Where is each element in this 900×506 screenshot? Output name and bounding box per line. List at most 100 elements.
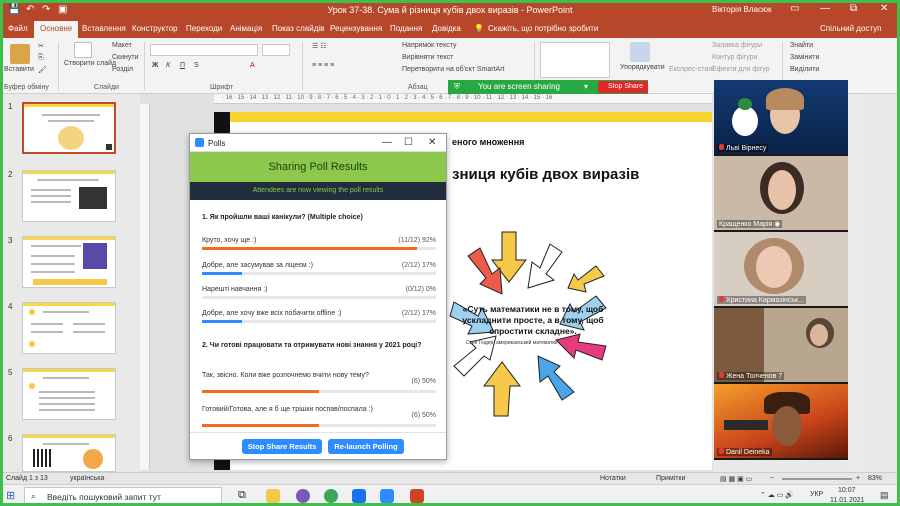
notes-button[interactable]: Нотатки xyxy=(600,475,626,482)
tab-transitions[interactable]: Переходи xyxy=(186,24,222,33)
view-icons[interactable]: ▤ ▦ ▣ ▭ xyxy=(720,475,752,483)
replace-button[interactable]: Замінити xyxy=(790,54,819,61)
polls-minimize-button[interactable]: — xyxy=(382,137,392,148)
tab-home[interactable]: Основне xyxy=(34,21,79,38)
poll-answer-bar xyxy=(202,296,436,299)
poll-results-body[interactable]: 1. Як пройшли ваші канікули? (Multiple c… xyxy=(190,200,446,432)
tray-icons[interactable]: ⌃ ☁ ▭ 🔊 xyxy=(760,491,794,499)
underline-icon[interactable]: П xyxy=(180,62,185,69)
shapes-gallery[interactable] xyxy=(540,42,610,78)
stop-share-button[interactable]: Stop Share xyxy=(598,81,648,93)
clock-time[interactable]: 10:07 xyxy=(838,487,856,494)
arrange-button[interactable]: Упорядкувати xyxy=(620,64,665,71)
slide-thumbnail-5[interactable] xyxy=(22,368,116,420)
reset-button[interactable]: Скинути xyxy=(112,54,139,61)
file-explorer-icon[interactable] xyxy=(266,489,280,503)
participant-tile-1[interactable]: Льві Вірнесу xyxy=(714,80,848,154)
shape-outline-button[interactable]: Контур фігури xyxy=(712,54,757,61)
cut-icon[interactable]: ✂ xyxy=(38,42,44,50)
user-name[interactable]: Вікторія Власюк xyxy=(712,5,771,14)
ribbon-display-icon[interactable]: ▭ xyxy=(790,3,799,14)
participant-tile-4[interactable]: Жена Толченов 7 xyxy=(714,308,848,382)
comments-button[interactable]: Примітки xyxy=(656,475,685,482)
shape-fill-button[interactable]: Заливка фігури xyxy=(712,42,762,49)
keyboard-language[interactable]: УКР xyxy=(810,491,823,498)
slide-thumbnail-3[interactable] xyxy=(22,236,116,288)
find-button[interactable]: Знайти xyxy=(790,42,813,49)
poll-answer-stat: (6) 50% xyxy=(411,378,436,385)
participant-tile-2[interactable]: Кращенко Марія ◉ xyxy=(714,156,848,230)
slide-thumbnail-4[interactable] xyxy=(22,302,116,354)
tab-design[interactable]: Конструктор xyxy=(132,24,178,33)
notification-icon[interactable]: ▤ xyxy=(880,490,889,501)
tab-file[interactable]: Файл xyxy=(8,24,28,33)
close-button[interactable]: ✕ xyxy=(880,3,888,14)
participant-tile-3[interactable]: Христина Кармазінськ... xyxy=(714,232,848,306)
slide-thumbnail-2[interactable] xyxy=(22,170,116,222)
dropdown-icon[interactable]: ▾ xyxy=(584,82,588,91)
polls-window[interactable]: Polls — ☐ ✕ Sharing Poll Results Attende… xyxy=(189,133,447,460)
viber-icon[interactable] xyxy=(296,489,310,503)
share-button[interactable]: Спільний доступ xyxy=(820,24,882,33)
polls-maximize-button[interactable]: ☐ xyxy=(404,137,413,148)
screen-sharing-bar[interactable]: ⛨ You are screen sharing ▾ Stop Share xyxy=(448,80,648,94)
powerpoint-app-icon[interactable] xyxy=(410,489,424,503)
zoom-level[interactable]: 83% xyxy=(868,475,882,482)
lightbulb-icon: 💡 xyxy=(474,24,484,33)
format-painter-icon[interactable]: 🖌 xyxy=(38,66,47,74)
italic-icon[interactable]: К xyxy=(166,62,170,69)
tab-slideshow[interactable]: Показ слайдів xyxy=(272,24,324,33)
tab-help[interactable]: Довідка xyxy=(432,24,461,33)
participant-tile-5[interactable]: Danil Deineka xyxy=(714,384,848,458)
slide-title: зниця кубів двох виразів xyxy=(452,166,640,183)
font-family-select[interactable] xyxy=(150,44,258,56)
smartart-button[interactable]: Перетворити на об'єкт SmartArt xyxy=(402,66,505,73)
tab-view[interactable]: Подання xyxy=(390,24,422,33)
quick-styles-button[interactable]: Експрес-стилі xyxy=(669,66,714,73)
shadow-icon[interactable]: S xyxy=(194,62,199,69)
windows-start-icon[interactable]: ⊞ xyxy=(6,489,15,502)
slide-thumbnail-6[interactable] xyxy=(22,434,116,472)
layout-button[interactable]: Макет xyxy=(112,42,132,49)
polls-titlebar[interactable]: Polls — ☐ ✕ xyxy=(190,134,446,152)
section-button[interactable]: Розділ xyxy=(112,66,133,73)
relaunch-polling-button[interactable]: Re-launch Polling xyxy=(328,439,404,454)
maximize-button[interactable]: ⧉ xyxy=(850,3,857,14)
poll-answer-stat: (2/12) 17% xyxy=(401,262,436,269)
clock-date[interactable]: 11.01.2021 xyxy=(830,497,865,504)
zoom-in-icon[interactable]: + xyxy=(856,475,860,482)
align-icons[interactable]: ≡ ≡ ≡ ≡ xyxy=(312,62,334,69)
taskbar-search[interactable]: ⌕ Введіть пошуковий запит тут xyxy=(24,487,222,505)
font-size-select[interactable] xyxy=(262,44,290,56)
zoom-slider[interactable] xyxy=(782,478,852,480)
shape-effects-button[interactable]: Ефекти для фігур xyxy=(712,66,770,73)
mail-icon[interactable] xyxy=(352,489,366,503)
tab-review[interactable]: Рецензування xyxy=(330,24,382,33)
language-indicator[interactable]: українська xyxy=(70,475,104,482)
slide-thumbnail-1[interactable] xyxy=(22,102,116,154)
font-color-icon[interactable]: A xyxy=(250,62,255,69)
tab-insert[interactable]: Вставлення xyxy=(82,24,126,33)
stop-share-results-button[interactable]: Stop Share Results xyxy=(242,439,322,454)
tab-animations[interactable]: Анімація xyxy=(230,24,262,33)
new-slide-button[interactable]: Створити слайд xyxy=(64,60,116,67)
zoom-app-icon[interactable] xyxy=(380,489,394,503)
mic-muted-icon xyxy=(719,448,724,454)
tell-me-search[interactable]: Скажіть, що потрібно зробити xyxy=(488,24,598,33)
paste-button[interactable]: Вставити xyxy=(4,66,34,73)
bold-icon[interactable]: Ж xyxy=(152,62,158,69)
zoom-out-icon[interactable]: − xyxy=(770,475,774,482)
select-button[interactable]: Виділити xyxy=(790,66,819,73)
minimize-button[interactable]: — xyxy=(820,3,830,14)
copy-icon[interactable]: ⎘ xyxy=(38,54,44,62)
polls-close-button[interactable]: ✕ xyxy=(428,137,436,148)
bullets-icon[interactable]: ☰ ☷ xyxy=(312,42,327,50)
participant-name: Кращенко Марія ◉ xyxy=(717,220,783,228)
participant-name: Danil Deineka xyxy=(717,448,772,456)
text-direction-button[interactable]: Напрямок тексту xyxy=(402,42,457,49)
vertical-scrollbar[interactable] xyxy=(850,94,860,472)
chrome-icon[interactable] xyxy=(324,489,338,503)
zoom-logo-icon xyxy=(195,138,204,147)
task-view-icon[interactable]: ⧉ xyxy=(238,489,246,502)
align-text-button[interactable]: Вирівняти текст xyxy=(402,54,453,61)
